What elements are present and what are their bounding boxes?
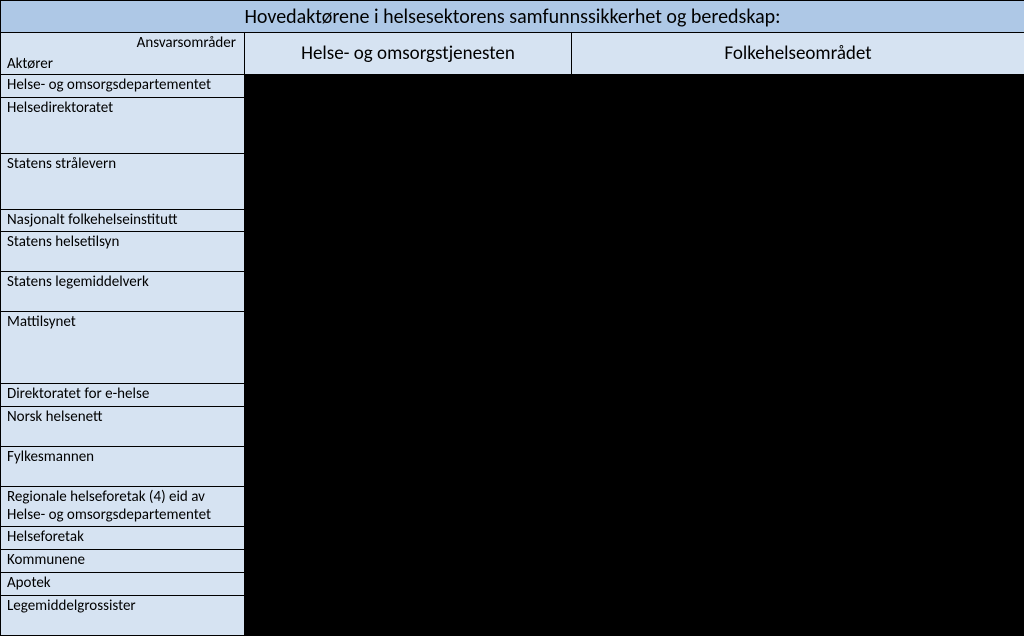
row-label: Statens strålevern <box>1 153 245 209</box>
row-label: Helseforetak <box>1 527 245 550</box>
column-header-1: Helse- og omsorgstjenesten <box>245 33 572 75</box>
table-container: Hovedaktørene i helsesektorens samfunnss… <box>0 0 1024 616</box>
row-label: Fylkesmannen <box>1 447 245 487</box>
axis-header-top: Ansvarsområder <box>137 34 236 52</box>
row-label: Norsk helsenett <box>1 407 245 447</box>
table-row: Helse- og omsorgsdepartementet <box>1 75 1024 98</box>
axis-header-bottom: Aktører <box>7 55 53 73</box>
column-header-row: Ansvarsområder Aktører Helse- og omsorgs… <box>1 33 1024 75</box>
title-row: Hovedaktørene i helsesektorens samfunnss… <box>1 1 1024 33</box>
row-label: Nasjonalt folkehelseinstitutt <box>1 209 245 232</box>
row-label: Legemiddelgrossister <box>1 595 245 635</box>
row-label: Apotek <box>1 572 245 595</box>
content-area <box>245 75 1024 636</box>
row-label: Direktoratet for e-helse <box>1 384 245 407</box>
axis-header-cell: Ansvarsområder Aktører <box>1 33 245 75</box>
row-label: Statens legemiddelverk <box>1 272 245 312</box>
column-header-2: Folkehelseområdet <box>572 33 1024 75</box>
row-label: Regionale helseforetak (4) eid av Helse-… <box>1 487 245 527</box>
row-label: Kommunene <box>1 550 245 573</box>
row-label: Statens helsetilsyn <box>1 232 245 272</box>
row-label: Mattilsynet <box>1 312 245 384</box>
table-title: Hovedaktørene i helsesektorens samfunnss… <box>1 1 1024 33</box>
main-table: Hovedaktørene i helsesektorens samfunnss… <box>0 0 1024 636</box>
row-label: Helsedirektoratet <box>1 97 245 153</box>
row-label: Helse- og omsorgsdepartementet <box>1 75 245 98</box>
